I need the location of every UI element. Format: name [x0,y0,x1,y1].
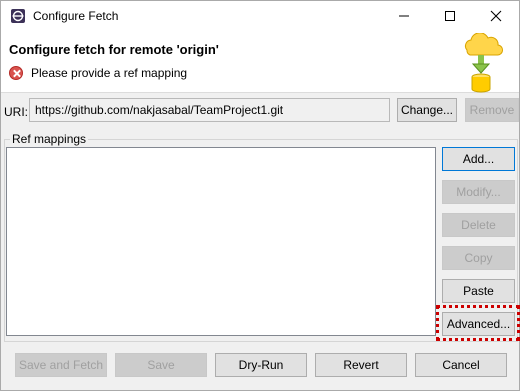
minimize-icon [399,15,409,17]
remove-uri-button[interactable]: Remove [465,98,519,122]
modify-ref-button[interactable]: Modify... [442,180,515,204]
wizard-header: Configure fetch for remote 'origin' Plea… [1,31,519,93]
error-message: Please provide a ref mapping [31,66,188,80]
close-button[interactable] [473,1,519,31]
ref-mappings-list[interactable] [6,147,436,336]
page-title: Configure fetch for remote 'origin' [9,42,219,57]
ref-mappings-label: Ref mappings [10,132,89,146]
dry-run-button[interactable]: Dry-Run [215,353,307,377]
maximize-button[interactable] [427,1,473,31]
change-uri-button[interactable]: Change... [397,98,457,122]
paste-ref-button[interactable]: Paste [442,279,515,303]
cloud-to-database-icon [459,32,505,93]
uri-field[interactable]: https://github.com/nakjasabal/TeamProjec… [29,98,390,122]
title-bar[interactable]: Configure Fetch [1,1,519,31]
save-and-fetch-button[interactable]: Save and Fetch [15,353,107,377]
maximize-icon [445,11,455,21]
save-button[interactable]: Save [115,353,207,377]
delete-ref-button[interactable]: Delete [442,213,515,237]
revert-button[interactable]: Revert [315,353,407,377]
uri-label: URI: [4,105,28,119]
configure-fetch-dialog: Configure Fetch Configure fetch for remo… [0,0,520,391]
close-icon [490,10,502,22]
eclipse-app-icon [10,8,26,24]
error-icon [9,66,23,80]
add-ref-button[interactable]: Add... [442,147,515,171]
window-title: Configure Fetch [33,9,119,23]
minimize-button[interactable] [381,1,427,31]
advanced-button-highlight [436,305,520,341]
cancel-button[interactable]: Cancel [415,353,507,377]
copy-ref-button[interactable]: Copy [442,246,515,270]
